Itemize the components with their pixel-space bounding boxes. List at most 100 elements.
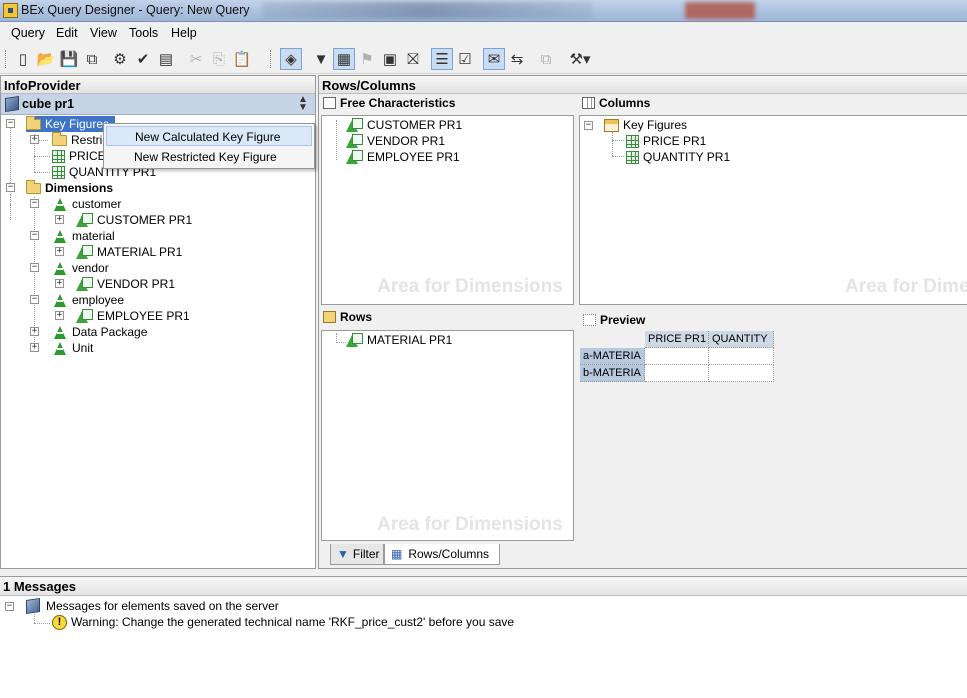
dimension-icon (52, 197, 68, 212)
tree-key-figures[interactable]: Key Figures (26, 115, 116, 132)
collapse-key-figures-icon[interactable]: − (6, 119, 15, 128)
menu-new-calculated-key-figure[interactable]: New Calculated Key Figure (106, 126, 312, 146)
menu-edit[interactable]: Edit (56, 26, 78, 40)
tools-dropdown-icon[interactable]: ⚒▾ (564, 48, 596, 70)
tree-dim-unit[interactable]: Unit (52, 340, 93, 356)
tree-dim-material[interactable]: material (52, 228, 115, 244)
collapse-dimension-icon[interactable]: − (30, 199, 39, 208)
expand-dimension-icon[interactable]: + (30, 327, 39, 336)
columns-key-figures[interactable]: Key Figures (604, 117, 687, 133)
columns-icon (582, 97, 595, 109)
window-title: BEx Query Designer - Query: New Query (21, 3, 250, 17)
expand-restricted-icon[interactable]: + (30, 135, 39, 144)
cube-selector[interactable]: cube pr1 ▲ ▼ (1, 94, 315, 115)
menu-query[interactable]: Query (11, 26, 45, 40)
characteristic-icon (76, 308, 93, 324)
free-characteristics-icon (323, 97, 336, 109)
cells-icon[interactable]: ⚑ (356, 48, 378, 70)
characteristic-icon (76, 212, 93, 228)
warning-icon: ! (52, 614, 67, 630)
property-view-icon[interactable]: ☰ (431, 48, 453, 70)
messages-panel: 1 Messages − Messages for elements saved… (0, 576, 967, 698)
area-watermark: Area for Dimensions (845, 276, 967, 297)
warning-message[interactable]: ! Warning: Change the generated technical… (52, 614, 514, 630)
expand-characteristic-icon[interactable]: + (55, 311, 64, 320)
characteristic-icon (346, 117, 363, 133)
tree-price[interactable]: PRICE (52, 148, 106, 164)
server-icon (26, 598, 40, 614)
columns-area[interactable]: − Key Figures PRICE PR1 QUANTITY PR1 Are… (579, 115, 967, 305)
area-watermark: Area for Dimensions (377, 276, 563, 297)
save-icon[interactable]: 💾 (58, 48, 80, 70)
collapse-dimension-icon[interactable]: − (30, 231, 39, 240)
infoprovider-toggle-icon[interactable]: ◈ (280, 48, 302, 70)
tree-dimensions[interactable]: Dimensions (26, 179, 113, 196)
free-char-item[interactable]: CUSTOMER PR1 (346, 117, 462, 133)
collapse-key-figures-icon[interactable]: − (584, 121, 593, 130)
new-query-icon[interactable]: ▯ (12, 48, 34, 70)
tree-char-material[interactable]: MATERIAL PR1 (76, 244, 182, 260)
expand-characteristic-icon[interactable]: + (55, 247, 64, 256)
free-characteristics-area[interactable]: CUSTOMER PR1 VENDOR PR1 EMPLOYEE PR1 Are… (321, 115, 574, 305)
filter-icon: ▼ (337, 547, 349, 561)
preview-header: Preview (583, 313, 645, 327)
expand-characteristic-icon[interactable]: + (55, 215, 64, 224)
tree-restricted-folder[interactable]: Restric (52, 131, 108, 148)
exceptions-icon[interactable]: ⛝ (402, 48, 424, 70)
tree-dim-data-package[interactable]: Data Package (52, 324, 147, 340)
toolbar: ▯ 📂 💾 ⧉ ⚙ ✔ ▤ ✂ ⎘ 📋 ◈ ▼ ▦ ⚑ ▣ ⛝ ☰ ☑ ✉ ⇆ … (0, 44, 967, 74)
free-char-item[interactable]: VENDOR PR1 (346, 133, 445, 149)
open-query-icon[interactable]: 📂 (35, 48, 57, 70)
publish-icon[interactable]: ⚙ (109, 48, 131, 70)
columns-item[interactable]: PRICE PR1 (626, 133, 706, 149)
collapse-dimensions-icon[interactable]: − (6, 183, 15, 192)
where-used-icon[interactable]: ⇆ (506, 48, 528, 70)
expand-dimension-icon[interactable]: + (30, 343, 39, 352)
cut-icon[interactable]: ✂ (185, 48, 207, 70)
cube-label: cube pr1 (22, 97, 75, 111)
collapse-dimension-icon[interactable]: − (30, 263, 39, 272)
properties-icon[interactable]: ▤ (155, 48, 177, 70)
dimension-icon (52, 229, 68, 244)
paste-icon[interactable]: 📋 (231, 48, 253, 70)
messages-view-icon[interactable]: ✉ (483, 48, 505, 70)
rows-header: Rows (323, 310, 372, 324)
collapse-messages-icon[interactable]: − (5, 602, 14, 611)
key-figures-icon (604, 118, 619, 132)
conditions-icon[interactable]: ▣ (379, 48, 401, 70)
dimension-icon (52, 261, 68, 276)
tab-rows-columns[interactable]: ▦ Rows/Columns (384, 544, 500, 565)
key-figure-icon (626, 134, 639, 148)
tree-char-customer[interactable]: CUSTOMER PR1 (76, 212, 192, 228)
tab-filter[interactable]: ▼ Filter (330, 544, 384, 565)
tree-char-employee[interactable]: EMPLOYEE PR1 (76, 308, 190, 324)
expand-characteristic-icon[interactable]: + (55, 279, 64, 288)
copy-icon[interactable]: ⎘ (208, 48, 230, 70)
menu-view[interactable]: View (90, 26, 117, 40)
characteristic-icon (346, 149, 363, 165)
tree-dim-vendor[interactable]: vendor (52, 260, 109, 276)
rows-item[interactable]: MATERIAL PR1 (346, 332, 452, 348)
sort-arrows-icon[interactable]: ▲ ▼ (298, 95, 308, 113)
tree-dim-customer[interactable]: customer (52, 196, 121, 212)
menu-tools[interactable]: Tools (129, 26, 158, 40)
filter-icon[interactable]: ▼ (310, 48, 332, 70)
tasks-icon[interactable]: ☑ (454, 48, 476, 70)
title-bar: BEx Query Designer - Query: New Query (0, 0, 967, 22)
menu-help[interactable]: Help (171, 26, 197, 40)
messages-root[interactable]: Messages for elements saved on the serve… (26, 598, 279, 614)
columns-item[interactable]: QUANTITY PR1 (626, 149, 730, 165)
rows-columns-icon[interactable]: ▦ (333, 48, 355, 70)
rows-area[interactable]: MATERIAL PR1 Area for Dimensions (321, 330, 574, 541)
rows-icon (323, 311, 336, 323)
documents-icon[interactable]: ⧉ (535, 48, 557, 70)
free-char-item[interactable]: EMPLOYEE PR1 (346, 149, 460, 165)
preview-cell (645, 365, 709, 382)
tree-char-vendor[interactable]: VENDOR PR1 (76, 276, 175, 292)
save-all-icon[interactable]: ⧉ (81, 48, 103, 70)
check-query-icon[interactable]: ✔ (132, 48, 154, 70)
tree-dim-employee[interactable]: employee (52, 292, 124, 308)
collapse-dimension-icon[interactable]: − (30, 295, 39, 304)
area-watermark: Area for Dimensions (377, 514, 563, 535)
menu-new-restricted-key-figure[interactable]: New Restricted Key Figure (106, 147, 312, 167)
